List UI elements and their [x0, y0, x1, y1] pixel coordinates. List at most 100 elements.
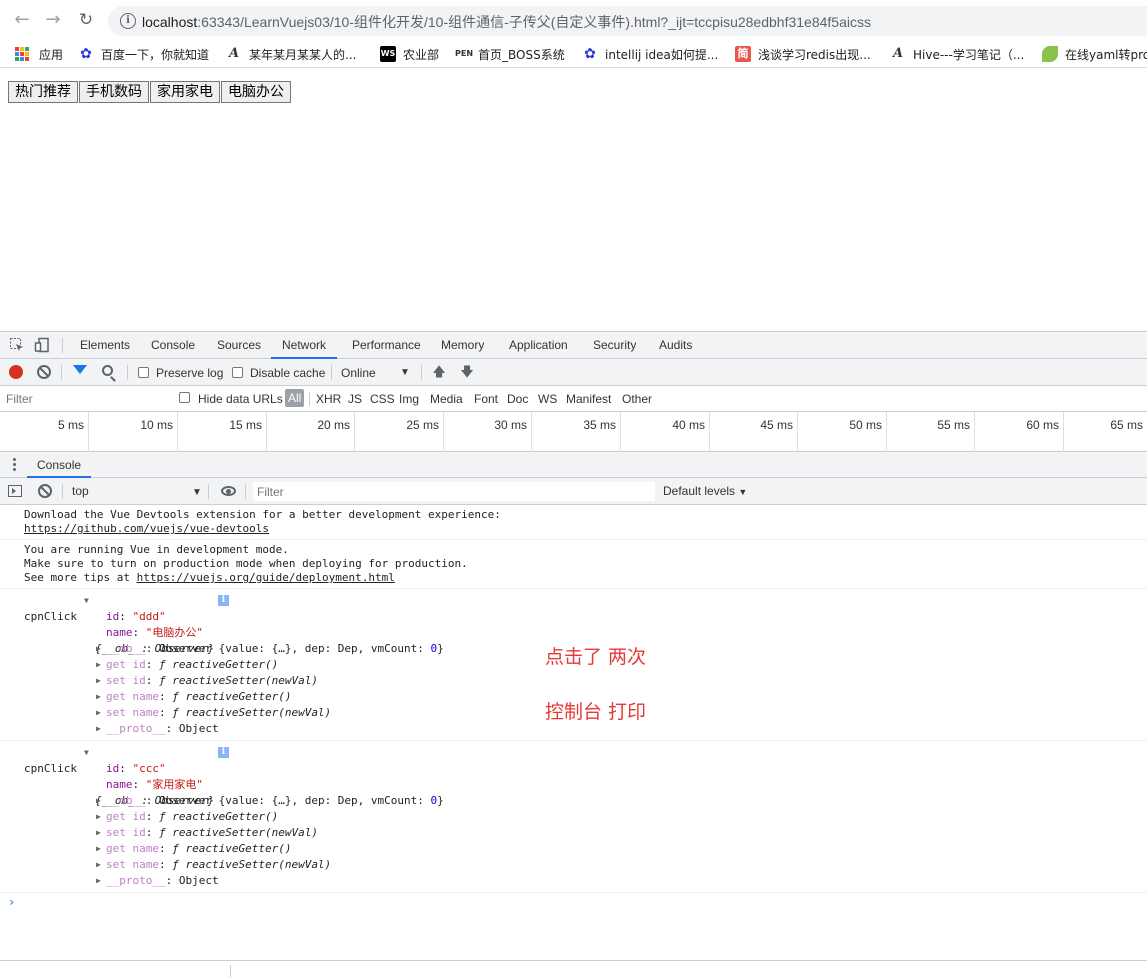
- omnibox[interactable]: i localhost:63343/LearnVuejs03/10-组件化开发/…: [108, 6, 1147, 36]
- tab-application[interactable]: Application: [498, 332, 579, 359]
- tab-audits[interactable]: Audits: [648, 332, 703, 359]
- show-sidebar-icon[interactable]: [8, 485, 22, 497]
- log-summary-row[interactable]: cpnClick ▼ {__ob__: Observer} i: [0, 745, 1147, 807]
- import-har-icon[interactable]: 🡅: [432, 364, 446, 380]
- category-button-appliance[interactable]: 家用家电: [150, 81, 220, 103]
- forward-arrow-icon[interactable]: →: [42, 9, 64, 31]
- devtools-tab-bar: Elements Console Sources Network Perform…: [0, 332, 1147, 359]
- console-filter-input[interactable]: [253, 482, 655, 501]
- setter-id-row[interactable]: ▶ set id: ƒ reactiveSetter(newVal): [0, 673, 1147, 689]
- clear-console-icon[interactable]: [38, 484, 52, 498]
- bookmark-yaml[interactable]: 在线yaml转pro: [1042, 44, 1147, 64]
- log-summary-row[interactable]: cpnClick ▼ {__ob__: Observer} i: [0, 593, 1147, 655]
- expand-triangle-icon[interactable]: ▶: [96, 689, 101, 705]
- throttle-select[interactable]: Online: [341, 366, 376, 380]
- disable-cache-checkbox[interactable]: [232, 367, 243, 378]
- bookmark-agriculture[interactable]: WS 农业部: [380, 44, 439, 64]
- deployment-link[interactable]: https://vuejs.org/guide/deployment.html: [137, 571, 395, 584]
- hide-data-urls-label: Hide data URLs: [198, 392, 283, 406]
- getter-name-row[interactable]: ▶ get name: ƒ reactiveGetter(): [0, 841, 1147, 857]
- category-button-phone[interactable]: 手机数码: [79, 81, 149, 103]
- timeline-tick: 10 ms: [89, 412, 178, 452]
- type-filter-font[interactable]: Font: [474, 392, 498, 406]
- type-filter-manifest[interactable]: Manifest: [566, 392, 611, 406]
- chevron-down-icon[interactable]: ▼: [192, 487, 202, 498]
- timeline-tick: 30 ms: [444, 412, 532, 452]
- console-message-devmode: You are running Vue in development mode.…: [0, 540, 1147, 589]
- type-filter-js[interactable]: JS: [348, 392, 362, 406]
- annotation-clicked-twice: 点击了 两次: [545, 646, 647, 668]
- tab-performance[interactable]: Performance: [341, 332, 432, 359]
- reload-icon[interactable]: ↻: [75, 9, 97, 31]
- expand-triangle-icon[interactable]: ▼: [84, 593, 89, 609]
- category-button-hot[interactable]: 热门推荐: [8, 81, 78, 103]
- tab-sources[interactable]: Sources: [206, 332, 272, 359]
- devtools-link[interactable]: https://github.com/vuejs/vue-devtools: [24, 522, 269, 535]
- proto-row[interactable]: ▶ __proto__: Object: [0, 873, 1147, 889]
- filter-icon[interactable]: [73, 365, 87, 374]
- expand-triangle-icon[interactable]: ▼: [84, 745, 89, 761]
- device-toolbar-icon[interactable]: [34, 337, 50, 353]
- export-har-icon[interactable]: 🡇: [460, 364, 474, 380]
- type-filter-xhr[interactable]: XHR: [316, 392, 341, 406]
- bookmark-boss[interactable]: PEN 首页_BOSS系统: [455, 44, 565, 64]
- bookmark-apps[interactable]: 应用: [14, 44, 63, 64]
- type-filter-media[interactable]: Media: [430, 392, 463, 406]
- drawer-tab-console[interactable]: Console: [27, 452, 92, 478]
- expand-triangle-icon[interactable]: ▶: [96, 793, 101, 809]
- expand-triangle-icon[interactable]: ▶: [96, 641, 101, 657]
- preserve-log-checkbox[interactable]: [138, 367, 149, 378]
- expand-triangle-icon[interactable]: ▶: [96, 809, 101, 825]
- record-icon[interactable]: [9, 365, 23, 379]
- live-expression-eye-icon[interactable]: [221, 486, 236, 496]
- tab-memory[interactable]: Memory: [430, 332, 495, 359]
- info-icon[interactable]: i: [120, 13, 136, 29]
- tab-security[interactable]: Security: [582, 332, 647, 359]
- prop-ob-row[interactable]: ▶ __ob__: Observer {value: {…}, dep: Dep,…: [0, 793, 1147, 809]
- url-text[interactable]: localhost:63343/LearnVuejs03/10-组件化开发/10…: [142, 12, 871, 32]
- chevron-down-icon[interactable]: ▼: [400, 367, 410, 378]
- search-icon[interactable]: [102, 365, 113, 376]
- timeline-tick: 55 ms: [887, 412, 975, 452]
- network-filter-input[interactable]: [4, 389, 167, 408]
- log-levels-select[interactable]: Default levels ▼: [663, 484, 747, 498]
- hide-data-urls-checkbox[interactable]: [179, 392, 190, 403]
- expand-triangle-icon[interactable]: ▶: [96, 705, 101, 721]
- expand-triangle-icon[interactable]: ▶: [96, 721, 101, 737]
- getter-id-row[interactable]: ▶ get id: ƒ reactiveGetter(): [0, 809, 1147, 825]
- clear-icon[interactable]: [37, 365, 51, 379]
- tab-elements[interactable]: Elements: [69, 332, 141, 359]
- expand-triangle-icon[interactable]: ▶: [96, 873, 101, 889]
- type-filter-img[interactable]: Img: [399, 392, 419, 406]
- expand-triangle-icon[interactable]: ▶: [96, 657, 101, 673]
- category-button-office[interactable]: 电脑办公: [221, 81, 291, 103]
- tab-network[interactable]: Network: [271, 332, 338, 359]
- expand-triangle-icon[interactable]: ▶: [96, 825, 101, 841]
- bookmark-hive[interactable]: A Hive---学习笔记（...: [890, 44, 1024, 64]
- type-filter-ws[interactable]: WS: [538, 392, 557, 406]
- preserve-log-label: Preserve log: [156, 366, 224, 380]
- type-filter-other[interactable]: Other: [622, 392, 652, 406]
- type-filter-all[interactable]: All: [285, 389, 305, 407]
- bookmark-someone[interactable]: A 某年某月某某人的...: [226, 44, 357, 64]
- setter-name-row[interactable]: ▶ set name: ƒ reactiveSetter(newVal): [0, 857, 1147, 873]
- more-tools-icon[interactable]: [13, 458, 16, 473]
- bookmark-redis[interactable]: 简 浅谈学习redis出现...: [735, 44, 871, 64]
- info-badge-icon[interactable]: i: [218, 747, 229, 758]
- type-filter-doc[interactable]: Doc: [507, 392, 528, 406]
- info-badge-icon[interactable]: i: [218, 595, 229, 606]
- inspect-element-icon[interactable]: [9, 337, 25, 353]
- expand-triangle-icon[interactable]: ▶: [96, 857, 101, 873]
- category-button-group: 热门推荐 手机数码 家用家电 电脑办公: [8, 81, 292, 103]
- network-overview-timeline[interactable]: 5 ms 10 ms 15 ms 20 ms 25 ms 30 ms 35 ms…: [0, 412, 1147, 452]
- expand-triangle-icon[interactable]: ▶: [96, 673, 101, 689]
- setter-id-row[interactable]: ▶ set id: ƒ reactiveSetter(newVal): [0, 825, 1147, 841]
- back-arrow-icon[interactable]: ←: [11, 9, 33, 31]
- context-select[interactable]: top: [72, 484, 89, 498]
- expand-triangle-icon[interactable]: ▶: [96, 841, 101, 857]
- bookmark-baidu[interactable]: ✿ 百度一下，你就知道: [78, 44, 209, 64]
- bookmark-intellij[interactable]: ✿ intellij idea如何提...: [582, 44, 718, 64]
- tab-console[interactable]: Console: [140, 332, 206, 359]
- console-prompt-row[interactable]: ›: [0, 893, 1147, 913]
- type-filter-css[interactable]: CSS: [370, 392, 395, 406]
